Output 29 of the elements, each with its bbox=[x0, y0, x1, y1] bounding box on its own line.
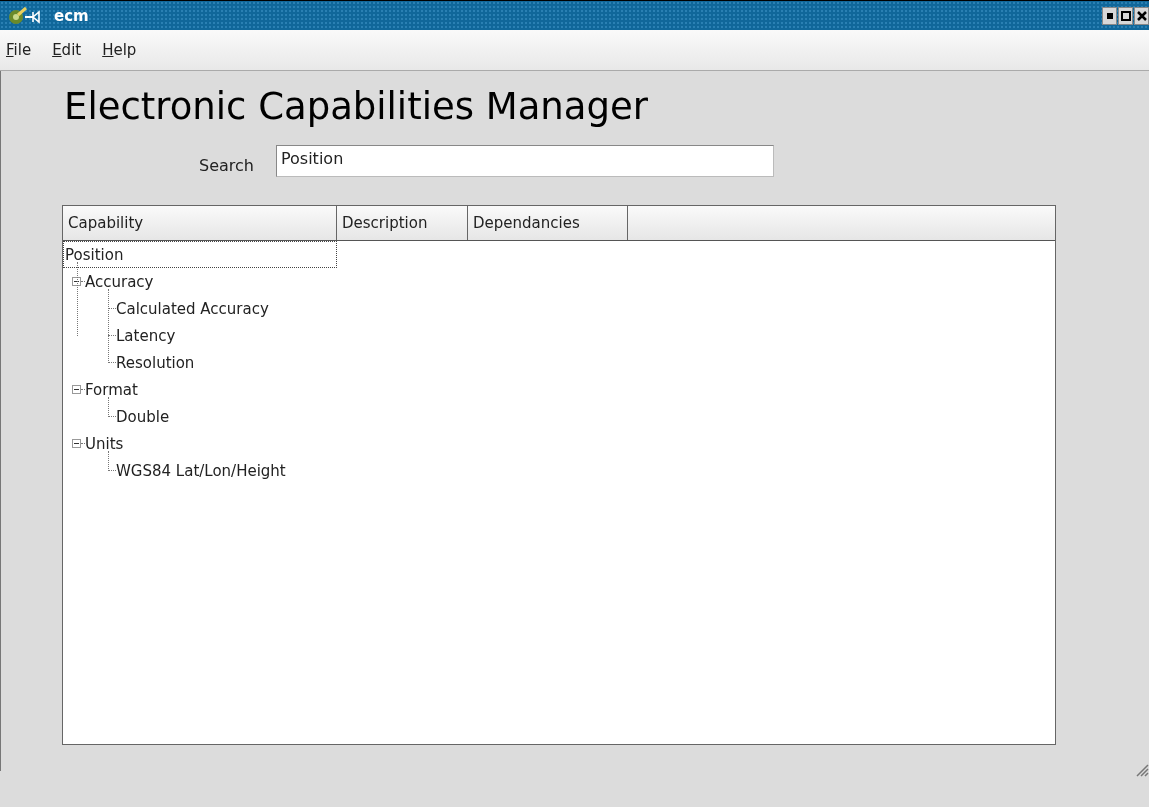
menu-item[interactable]: Edit bbox=[52, 39, 89, 61]
tree-item[interactable]: Double bbox=[116, 407, 170, 426]
tree-item[interactable]: Latency bbox=[116, 326, 176, 345]
maximize-button[interactable] bbox=[1118, 6, 1133, 25]
tree-item[interactable]: Units bbox=[85, 434, 124, 453]
column-header[interactable]: Capability bbox=[63, 206, 337, 240]
resize-grip-icon[interactable] bbox=[1135, 763, 1149, 777]
search-label: Search bbox=[199, 156, 254, 175]
menu-item[interactable]: File bbox=[6, 39, 39, 61]
collapse-icon[interactable] bbox=[72, 385, 81, 394]
window-title: ecm bbox=[54, 6, 89, 25]
tree-item[interactable]: Resolution bbox=[116, 353, 195, 372]
minimize-button[interactable] bbox=[1102, 6, 1117, 25]
tree-item[interactable]: Format bbox=[85, 380, 138, 399]
close-button[interactable] bbox=[1134, 6, 1149, 25]
collapse-icon[interactable] bbox=[72, 277, 81, 286]
tree-item[interactable]: Accuracy bbox=[85, 272, 154, 291]
page-heading: Electronic Capabilities Manager bbox=[64, 85, 649, 130]
tree-item[interactable]: Calculated Accuracy bbox=[116, 299, 269, 318]
tree-item[interactable]: WGS84 Lat/Lon/Height bbox=[116, 461, 286, 480]
search-field[interactable]: Position bbox=[275, 145, 774, 177]
column-header[interactable]: Dependancies bbox=[468, 206, 628, 240]
minimize-icon bbox=[1106, 12, 1113, 19]
column-header[interactable]: Description bbox=[337, 206, 468, 240]
close-icon bbox=[1136, 10, 1147, 21]
menu-item[interactable]: Help bbox=[102, 39, 144, 61]
tree-item[interactable]: Position bbox=[65, 245, 124, 264]
collapse-icon[interactable] bbox=[72, 439, 81, 448]
maximize-icon bbox=[1120, 10, 1131, 21]
